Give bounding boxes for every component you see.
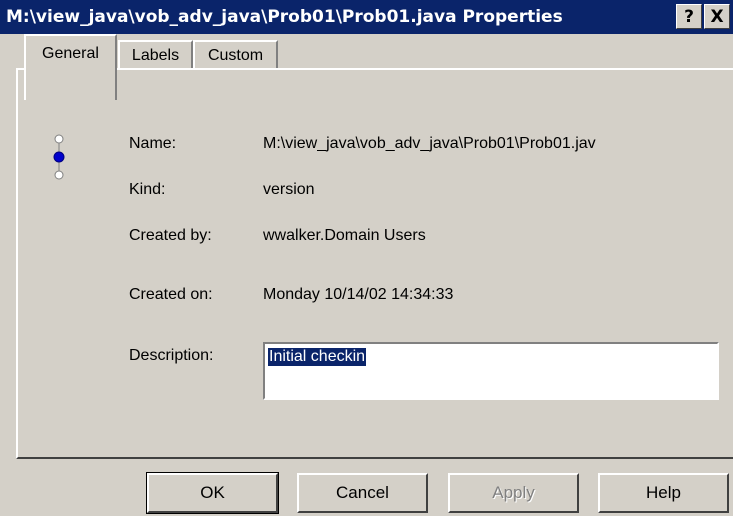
- help-button-label: Help: [646, 483, 681, 502]
- version-tree-icon: [53, 134, 65, 180]
- general-tab-panel: [16, 68, 733, 459]
- created-on-value: Monday 10/14/02 14:34:33: [263, 286, 454, 303]
- kind-value: version: [263, 181, 315, 198]
- name-label: Name:: [129, 135, 177, 152]
- window-title: M:\view_java\vob_adv_java\Prob01\Prob01.…: [6, 7, 563, 27]
- ok-button[interactable]: OK: [146, 472, 279, 514]
- tab-custom[interactable]: Custom: [193, 40, 278, 70]
- tab-labels[interactable]: Labels: [118, 40, 193, 70]
- cancel-button[interactable]: Cancel: [297, 473, 428, 513]
- created-by-label: Created by:: [129, 227, 212, 244]
- tab-custom-label: Custom: [207, 47, 264, 64]
- tab-labels-label: Labels: [131, 47, 180, 64]
- created-on-label: Created on:: [129, 286, 213, 303]
- tab-general-label: General: [42, 45, 99, 62]
- title-bar[interactable]: M:\view_java\vob_adv_java\Prob01\Prob01.…: [0, 0, 733, 34]
- name-value: M:\view_java\vob_adv_java\Prob01\Prob01.…: [263, 135, 596, 152]
- kind-label: Kind:: [129, 181, 166, 198]
- help-button[interactable]: Help: [598, 473, 729, 513]
- close-icon: X: [710, 6, 724, 27]
- apply-button[interactable]: Apply: [448, 473, 579, 513]
- description-text: Initial checkin: [268, 348, 367, 366]
- help-title-button[interactable]: ?: [676, 4, 702, 29]
- description-field[interactable]: Initial checkin: [263, 342, 719, 400]
- close-title-button[interactable]: X: [704, 4, 730, 29]
- description-label: Description:: [129, 347, 214, 364]
- help-icon: ?: [684, 6, 694, 27]
- tab-general[interactable]: General: [24, 34, 117, 100]
- cancel-button-label: Cancel: [336, 483, 389, 502]
- created-by-value: wwalker.Domain Users: [263, 227, 426, 244]
- apply-button-label: Apply: [492, 483, 535, 502]
- ok-button-label: OK: [200, 483, 225, 502]
